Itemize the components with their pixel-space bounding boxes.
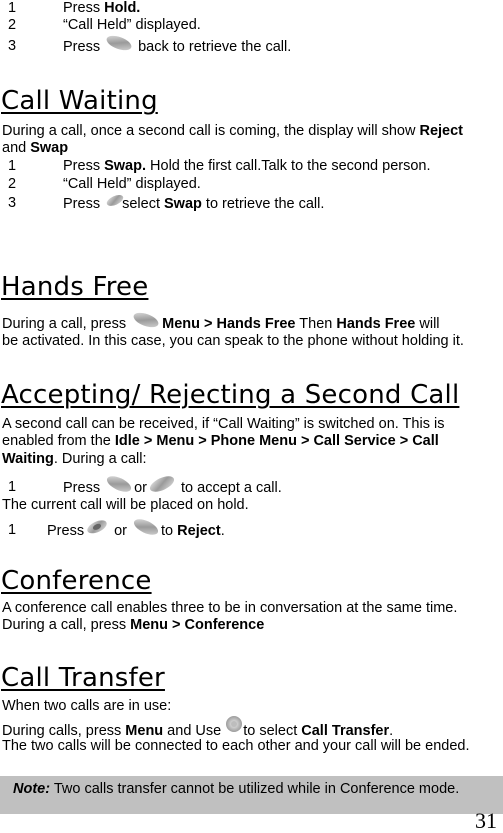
step-number: 3 [8,38,17,54]
note-label: Note: [13,781,51,797]
end-key-icon [84,517,110,535]
step-text: “Call Held” displayed. [63,176,201,192]
paragraph: A conference call enables three to be in… [2,600,458,616]
paragraph: Waiting. During a call: [2,451,147,467]
step-text: Press or to accept a call. [63,476,282,497]
step-text: Press select Swap to retrieve the call. [63,195,324,213]
step-number: 2 [8,176,17,192]
section-title-call-waiting: Call Waiting [1,86,158,116]
paragraph: be activated. In this case, you can spea… [2,333,464,349]
paragraph: The current call will be placed on hold. [2,497,249,513]
step-text: Press or to Reject. [47,519,225,540]
step-number: 1 [8,479,17,495]
softkey-icon [104,33,134,51]
section-title-call-transfer: Call Transfer [1,663,165,693]
step-number: 1 [8,522,17,538]
step-number: 1 [8,0,17,16]
step-text: Press back to retrieve the call. [63,35,291,56]
step-text: Press Hold. [63,0,141,16]
step-number: 1 [8,158,17,174]
softkey-icon [104,190,126,208]
section-title-hands-free: Hands Free [1,272,149,302]
send-key-icon [104,474,134,492]
paragraph: During a call, press Menu > Conference [2,617,265,633]
paragraph: and Swap [2,140,69,156]
note-box: Note: Two calls transfer cannot be utili… [0,776,503,814]
step-number: 2 [8,17,17,33]
paragraph: A second call can be received, if “Call … [2,416,445,432]
softkey-icon [147,474,177,492]
step-number: 3 [8,195,17,211]
paragraph: enabled from the Idle > Menu > Phone Men… [2,433,439,449]
section-title-conference: Conference [1,566,152,596]
paragraph: The two calls will be connected to each … [2,738,470,754]
softkey-icon [131,517,161,535]
softkey-icon [130,310,162,328]
step-text: Press Swap. Hold the first call.Talk to … [63,158,431,174]
paragraph: During a call, press Menu > Hands Free T… [2,312,440,333]
paragraph: When two calls are in use: [2,698,172,714]
step-text: “Call Held” displayed. [63,17,201,33]
note-text: Note: Two calls transfer cannot be utili… [13,781,460,797]
page-number: 31 [475,808,497,833]
navigation-key-icon [225,714,243,734]
paragraph: During a call, once a second call is com… [2,123,464,139]
section-title-accepting-rejecting: Accepting/ Rejecting a Second Call [1,380,460,410]
